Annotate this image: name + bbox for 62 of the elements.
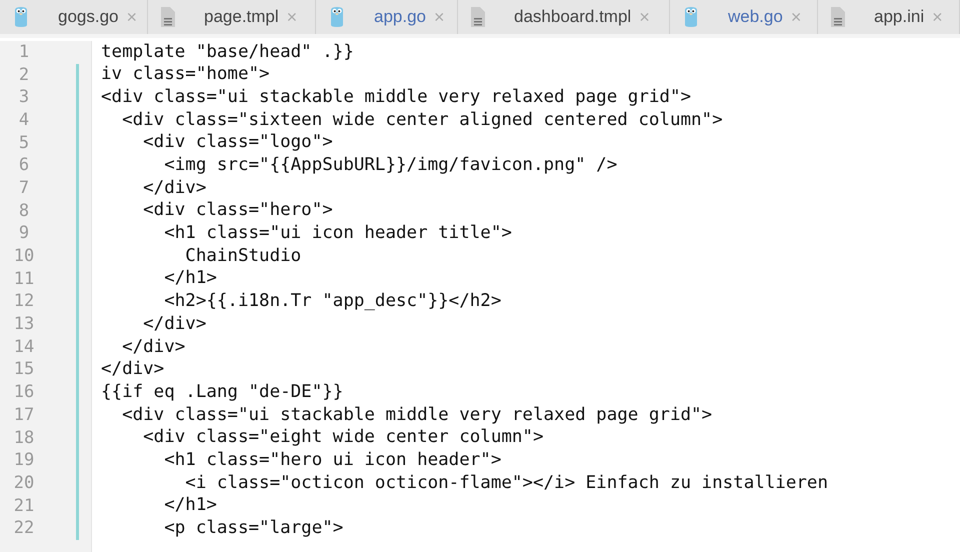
line-number: 20 — [12, 474, 36, 492]
code-line: </h1> — [163, 270, 217, 288]
code-line: <div class="logo"> — [142, 134, 333, 152]
editor-tab[interactable]: dashboard.tmpl × — [458, 0, 670, 34]
code-line: </div> — [142, 180, 206, 198]
editor-tab[interactable]: app.ini × — [818, 0, 960, 34]
gopher-icon — [328, 6, 346, 28]
line-number: 2 — [18, 66, 30, 84]
code-line: <h2>{{.i18n.Tr "app_desc"}}</h2> — [163, 293, 502, 311]
code-line: <p class="large"> — [163, 520, 344, 538]
tab-label: page.tmpl — [204, 6, 279, 28]
line-number: 18 — [12, 430, 36, 447]
code-line: </div> — [101, 361, 164, 379]
line-number: 11 — [12, 270, 36, 288]
line-number: 8 — [18, 202, 30, 220]
editor-tab[interactable]: web.go × — [670, 0, 818, 34]
code-line: iv class="home"> — [101, 66, 270, 84]
tab-label: gogs.go — [58, 6, 118, 28]
tab-label: app.ini — [874, 6, 924, 28]
code-line: <div class="sixteen wide center aligned centered column"> — [121, 112, 723, 130]
code-line: {{if eq .Lang "de-DE"}} — [101, 384, 344, 402]
line-number: 22 — [12, 520, 36, 538]
code-line: <div class="eight wide center column"> — [142, 429, 544, 447]
gopher-icon — [12, 6, 30, 28]
code-line: template "base/head" .}} — [101, 44, 354, 62]
line-number: 21 — [12, 498, 36, 515]
tab-label: dashboard.tmpl — [514, 6, 632, 28]
line-number: 9 — [18, 225, 30, 242]
line-number: 15 — [12, 361, 36, 378]
tab-label: web.go — [728, 6, 783, 28]
line-number: 10 — [12, 248, 36, 266]
line-number: 14 — [12, 338, 36, 356]
code-line: <div class="ui stackable middle very relaxed page grid"> — [121, 406, 712, 424]
code-line: <h1 class="hero ui icon header"> — [163, 452, 502, 470]
code-line: <div class="ui stackable middle very relaxed page grid"> — [101, 88, 692, 106]
code-line: </div> — [142, 316, 206, 334]
line-number: 3 — [18, 89, 30, 106]
line-number: 17 — [12, 406, 36, 424]
code-line: <i class="octicon octicon-flame"></i> Einfach zu installieren — [184, 474, 828, 492]
tab-label: app.go — [374, 6, 426, 28]
editor-tab[interactable]: app.go × — [316, 0, 458, 34]
document-icon — [470, 6, 486, 28]
line-number: 6 — [18, 157, 30, 174]
code-line: <img src="{{AppSubURL}}/img/favicon.png" /> — [163, 157, 618, 175]
code-line: <h1 class="ui icon header title"> — [163, 225, 512, 243]
line-number: 13 — [12, 316, 36, 334]
code-line: <div class="hero"> — [142, 202, 333, 220]
gopher-icon — [682, 6, 700, 28]
code-line: </h1> — [163, 497, 217, 515]
code-line: ChainStudio — [184, 248, 302, 266]
line-number: 4 — [18, 112, 30, 129]
line-number: 16 — [12, 384, 36, 402]
code-line: </div> — [121, 338, 186, 356]
editor-tab[interactable]: page.tmpl × — [148, 0, 316, 34]
editor-tab[interactable]: gogs.go × — [0, 0, 148, 34]
document-icon — [830, 6, 846, 28]
line-number: 7 — [18, 180, 30, 197]
line-number: 12 — [12, 293, 36, 310]
line-number: 1 — [18, 44, 30, 61]
document-icon — [160, 6, 176, 28]
line-number: 19 — [12, 452, 36, 470]
line-number: 5 — [18, 134, 30, 152]
